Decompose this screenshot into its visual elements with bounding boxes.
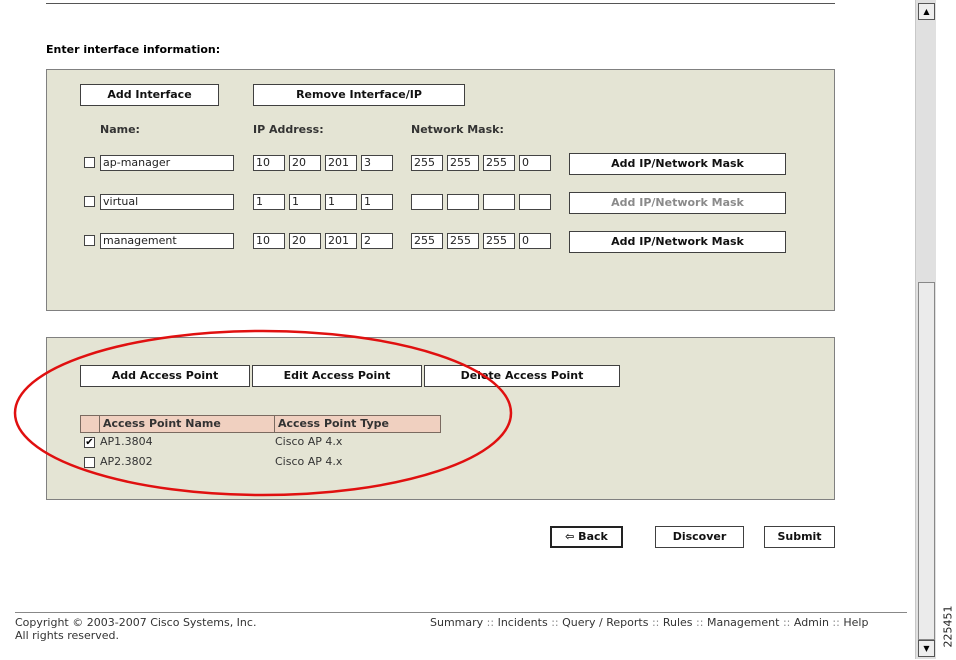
ip-octet-field[interactable]: 2	[361, 233, 393, 249]
footer-link-summary[interactable]: Summary	[430, 616, 483, 629]
ap-row-checkbox[interactable]	[84, 457, 95, 468]
section-title: Enter interface information:	[46, 43, 221, 56]
ip-octet-field[interactable]: 10	[253, 155, 285, 171]
select-column-header	[81, 416, 100, 432]
copyright-text: Copyright © 2003-2007 Cisco Systems, Inc…	[15, 616, 257, 629]
discover-button[interactable]: Discover	[655, 526, 744, 548]
interface-name-field[interactable]: ap-manager	[100, 155, 234, 171]
submit-button[interactable]: Submit	[764, 526, 835, 548]
rights-text: All rights reserved.	[15, 629, 120, 642]
ip-octet-field[interactable]: 1	[325, 194, 357, 210]
ip-octet-field[interactable]: 201	[325, 155, 357, 171]
interface-row-checkbox[interactable]	[84, 196, 95, 207]
ip-octet-field[interactable]: 20	[289, 155, 321, 171]
mask-octet-field[interactable]	[447, 194, 479, 210]
mask-octet-field[interactable]: 0	[519, 155, 551, 171]
interface-name-field[interactable]: virtual	[100, 194, 234, 210]
ap-type-cell: Cisco AP 4.x	[275, 455, 343, 468]
name-column-label: Name:	[100, 123, 140, 136]
footer-link-query-reports[interactable]: Query / Reports	[562, 616, 648, 629]
delete-access-point-button[interactable]: Delete Access Point	[424, 365, 620, 387]
vertical-scrollbar[interactable]: ▲ ▼	[915, 0, 936, 659]
mask-octet-field[interactable]: 0	[519, 233, 551, 249]
top-divider	[46, 3, 835, 4]
mask-octet-field[interactable]: 255	[483, 233, 515, 249]
ip-octet-field[interactable]: 1	[289, 194, 321, 210]
ap-type-cell: Cisco AP 4.x	[275, 435, 343, 448]
ap-name-cell: AP1.3804	[100, 435, 153, 448]
mask-octet-field[interactable]: 255	[447, 155, 479, 171]
ap-row-checkbox[interactable]: ✔	[84, 437, 95, 448]
mask-octet-field[interactable]: 255	[411, 155, 443, 171]
interface-name-field[interactable]: management	[100, 233, 234, 249]
mask-octet-field[interactable]	[411, 194, 443, 210]
mask-octet-field[interactable]	[483, 194, 515, 210]
mask-octet-field[interactable]: 255	[483, 155, 515, 171]
add-ip-mask-button[interactable]: Add IP/Network Mask	[569, 231, 786, 253]
figure-id: 225451	[938, 600, 956, 660]
remove-interface-button[interactable]: Remove Interface/IP	[253, 84, 465, 106]
add-access-point-button[interactable]: Add Access Point	[80, 365, 250, 387]
footer-nav: Summary :: Incidents :: Query / Reports …	[430, 616, 868, 629]
ap-name-column-header[interactable]: Access Point Name	[100, 416, 275, 432]
back-button[interactable]: ⇦ Back	[550, 526, 623, 548]
ap-type-column-header[interactable]: Access Point Type	[275, 416, 441, 432]
footer-separator: ::	[486, 616, 495, 629]
interface-row-checkbox[interactable]	[84, 235, 95, 246]
footer-separator: ::	[651, 616, 660, 629]
scroll-up-icon[interactable]: ▲	[918, 3, 935, 20]
footer-link-admin[interactable]: Admin	[794, 616, 829, 629]
interface-row-checkbox[interactable]	[84, 157, 95, 168]
ap-name-cell: AP2.3802	[100, 455, 153, 468]
add-interface-button[interactable]: Add Interface	[80, 84, 219, 106]
ip-octet-field[interactable]: 20	[289, 233, 321, 249]
footer-link-rules[interactable]: Rules	[663, 616, 693, 629]
footer-divider	[15, 612, 907, 613]
footer-separator: ::	[832, 616, 840, 629]
figure-id-text: 225451	[941, 605, 955, 648]
footer-link-incidents[interactable]: Incidents	[498, 616, 548, 629]
scroll-thumb[interactable]	[918, 282, 935, 640]
edit-access-point-button[interactable]: Edit Access Point	[252, 365, 422, 387]
mask-column-label: Network Mask:	[411, 123, 504, 136]
ip-octet-field[interactable]: 1	[361, 194, 393, 210]
ip-octet-field[interactable]: 1	[253, 194, 285, 210]
ip-octet-field[interactable]: 3	[361, 155, 393, 171]
add-ip-mask-button[interactable]: Add IP/Network Mask	[569, 192, 786, 214]
mask-octet-field[interactable]: 255	[411, 233, 443, 249]
ip-octet-field[interactable]: 201	[325, 233, 357, 249]
mask-octet-field[interactable]	[519, 194, 551, 210]
ip-octet-field[interactable]: 10	[253, 233, 285, 249]
footer-separator: ::	[551, 616, 559, 629]
mask-octet-field[interactable]: 255	[447, 233, 479, 249]
scroll-down-icon[interactable]: ▼	[918, 640, 935, 657]
ap-table-header: Access Point Name Access Point Type	[80, 415, 441, 433]
footer-link-management[interactable]: Management	[707, 616, 779, 629]
footer-separator: ::	[696, 616, 704, 629]
ip-column-label: IP Address:	[253, 123, 324, 136]
footer-separator: ::	[782, 616, 791, 629]
add-ip-mask-button[interactable]: Add IP/Network Mask	[569, 153, 786, 175]
footer-link-help[interactable]: Help	[843, 616, 868, 629]
